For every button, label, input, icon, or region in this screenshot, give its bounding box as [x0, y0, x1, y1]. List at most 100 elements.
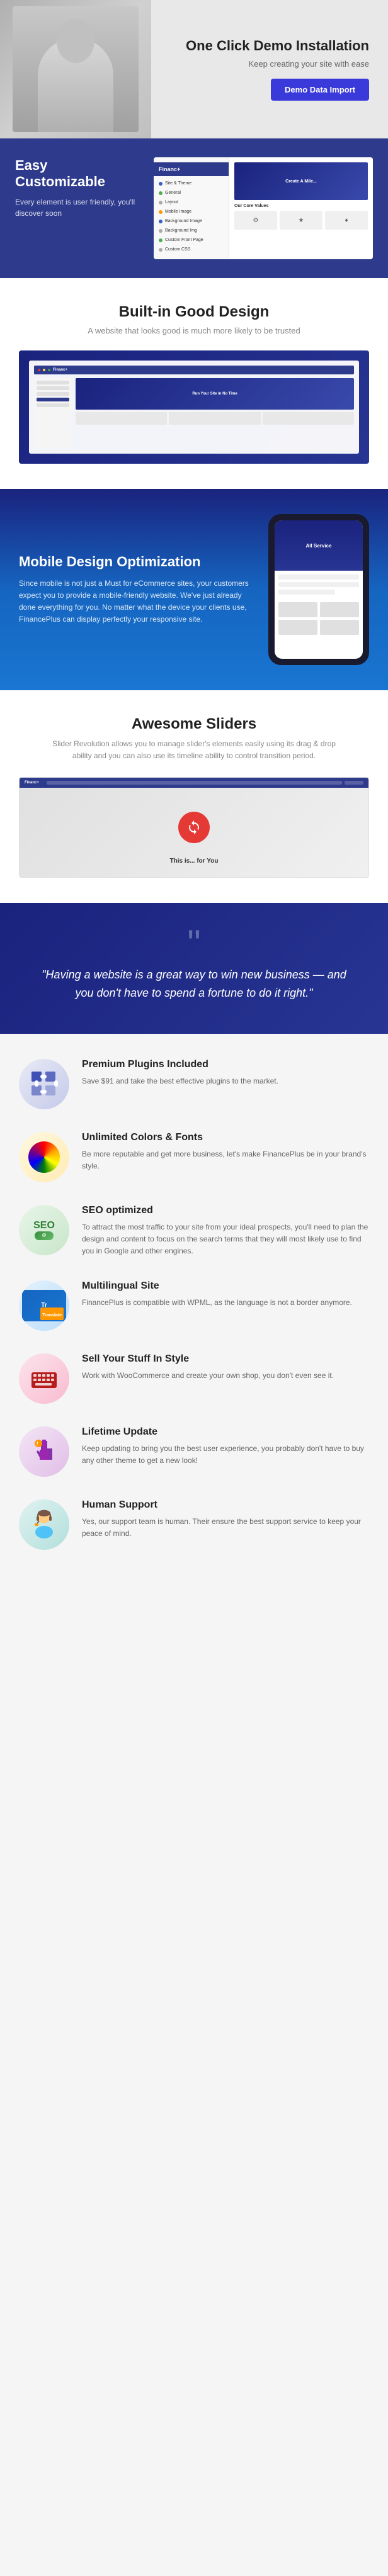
customizable-title: Easy Customizable — [15, 157, 141, 190]
value-item-3: ♦ — [325, 211, 368, 230]
slider-topbar: Financ+ — [20, 778, 368, 788]
support-person-icon — [25, 1506, 63, 1543]
unlimited-colors-title: Unlimited Colors & Fonts — [82, 1132, 369, 1143]
demo-subtitle: Keep creating your site with ease — [186, 59, 369, 69]
mockup-card-3 — [263, 412, 354, 425]
phone-content-row-2 — [278, 582, 359, 587]
shop-text: Sell Your Stuff In Style Work with WooCo… — [82, 1353, 334, 1382]
sidebar-item-5: Background Image — [154, 216, 229, 226]
slider-preview: Financ+ This is... for You — [19, 777, 369, 878]
preview-values-label: Our Core Values — [234, 204, 368, 208]
mockup-main-content: Run Your Site In No Time — [34, 378, 354, 449]
phone-outer: All Service — [268, 514, 369, 665]
feature-seo: SEO @ SEO optimized To attract the most … — [19, 1205, 369, 1258]
value-item-1: ⚙ — [234, 211, 277, 230]
preview-values: ⚙ ★ ♦ — [234, 211, 368, 230]
multilingual-text: Multilingual Site FinancePlus is compati… — [82, 1280, 352, 1309]
preview-sidebar: Financ+ Site & Theme General Layout Mobi… — [154, 157, 229, 259]
phone-screen-body — [275, 571, 363, 639]
feature-human-support: Human Support Yes, our support team is h… — [19, 1499, 369, 1550]
mockup-brand: Financ+ — [53, 368, 67, 372]
demo-title: One Click Demo Installation — [186, 38, 369, 54]
preview-main: Create A Mile... Our Core Values ⚙ ★ ♦ — [229, 157, 373, 259]
mobile-phone-mockup: All Service — [268, 514, 369, 665]
shop-icon-wrap — [19, 1353, 69, 1404]
design-section: Built-in Good Design A website that look… — [0, 278, 388, 489]
mockup-sidebar-content — [34, 378, 72, 449]
seo-icon-wrap: SEO @ — [19, 1205, 69, 1255]
multilingual-icon-wrap: Tr Translate — [19, 1280, 69, 1331]
sidebar-item-8: Custom CSS — [154, 245, 229, 254]
sidebar-item-1: Site & Theme — [154, 179, 229, 188]
customizable-text-block: Easy Customizable Every element is user … — [15, 157, 141, 219]
multilingual-title: Multilingual Site — [82, 1280, 352, 1292]
demo-data-import-button[interactable]: Demo Data Import — [271, 79, 369, 101]
shop-title: Sell Your Stuff In Style — [82, 1353, 334, 1365]
customizable-section: Easy Customizable Every element is user … — [0, 138, 388, 278]
slider-brand: Financ+ — [25, 781, 39, 785]
update-description: Keep updating to bring you the best user… — [82, 1443, 369, 1467]
mockup-card-2 — [169, 412, 260, 425]
seo-title: SEO optimized — [82, 1205, 369, 1216]
mockup-page-content: Run Your Site In No Time — [76, 378, 354, 449]
design-subtitle: A website that looks good is much more l… — [19, 326, 369, 335]
slider-refresh-icon — [178, 812, 210, 843]
sidebar-item-7: Custom Front Page — [154, 235, 229, 245]
slider-mockup: Financ+ This is... for You — [20, 778, 368, 877]
quote-marks: " — [25, 934, 363, 953]
sliders-title: Awesome Sliders — [19, 715, 369, 733]
phone-content-row-3 — [278, 590, 335, 595]
multilingual-description: FinancePlus is compatible with WPML, as … — [82, 1297, 352, 1309]
seo-description: To attract the most traffic to your site… — [82, 1221, 369, 1258]
person-illustration — [13, 6, 139, 132]
unlimited-colors-description: Be more reputable and get more business,… — [82, 1148, 369, 1172]
preview-hero: Create A Mile... — [234, 162, 368, 200]
unlimited-colors-text: Unlimited Colors & Fonts Be more reputab… — [82, 1132, 369, 1172]
color-wheel-icon — [28, 1141, 60, 1173]
sidebar-item-6: Background Img — [154, 226, 229, 235]
demo-text-block: One Click Demo Installation Keep creatin… — [186, 38, 388, 101]
premium-plugins-description: Save $91 and take the best effective plu… — [82, 1075, 278, 1087]
mockup-cards — [76, 412, 354, 425]
customizable-description: Every element is user friendly, you'll d… — [15, 196, 141, 219]
mobile-title: Mobile Design Optimization — [19, 554, 256, 570]
feature-premium-plugins: Premium Plugins Included Save $91 and ta… — [19, 1059, 369, 1109]
seo-text-icon: SEO — [33, 1220, 55, 1231]
seo-text-block: SEO optimized To attract the most traffi… — [82, 1205, 369, 1258]
sliders-description: Slider Revolution allows you to manage s… — [43, 738, 345, 762]
unlimited-colors-icon-wrap — [19, 1132, 69, 1182]
keyboard-icon — [28, 1363, 60, 1394]
svg-text:!: ! — [37, 1441, 38, 1447]
mockup-hero-section: Run Your Site In No Time — [76, 378, 354, 410]
slider-caption: This is... for You — [170, 858, 219, 865]
phone-content-row-1 — [278, 574, 359, 580]
premium-plugins-icon-wrap — [19, 1059, 69, 1109]
feature-lifetime-update: ! Lifetime Update Keep updating to bring… — [19, 1426, 369, 1477]
feature-multilingual: Tr Translate Multilingual Site FinancePl… — [19, 1280, 369, 1331]
mobile-section: Mobile Design Optimization Since mobile … — [0, 489, 388, 690]
quote-section: " "Having a website is a great way to wi… — [0, 903, 388, 1034]
mockup-hero-label: Run Your Site In No Time — [192, 392, 237, 396]
mobile-text-block: Mobile Design Optimization Since mobile … — [19, 554, 256, 626]
support-icon-wrap — [19, 1499, 69, 1550]
phone-screen: All Service — [275, 520, 363, 659]
premium-plugins-text: Premium Plugins Included Save $91 and ta… — [82, 1059, 278, 1087]
sidebar-item-2: General — [154, 188, 229, 198]
design-preview: Financ+ Run Your Site In No Time — [19, 350, 369, 464]
feature-shop: Sell Your Stuff In Style Work with WooCo… — [19, 1353, 369, 1404]
quote-text: "Having a website is a great way to win … — [37, 966, 351, 1002]
shop-description: Work with WooCommerce and create your ow… — [82, 1370, 334, 1382]
value-item-2: ★ — [280, 211, 322, 230]
premium-plugins-title: Premium Plugins Included — [82, 1059, 278, 1070]
sidebar-item-4: Mobile Image — [154, 207, 229, 216]
support-title: Human Support — [82, 1499, 369, 1511]
support-description: Yes, our support team is human. Their en… — [82, 1516, 369, 1540]
update-text: Lifetime Update Keep updating to bring y… — [82, 1426, 369, 1467]
demo-section: One Click Demo Installation Keep creatin… — [0, 0, 388, 138]
demo-hero-image — [0, 0, 151, 138]
update-title: Lifetime Update — [82, 1426, 369, 1438]
puzzle-icon — [28, 1068, 60, 1100]
phone-screen-hero: All Service — [275, 520, 363, 571]
design-title: Built-in Good Design — [19, 303, 369, 321]
update-icon-wrap: ! — [19, 1426, 69, 1477]
